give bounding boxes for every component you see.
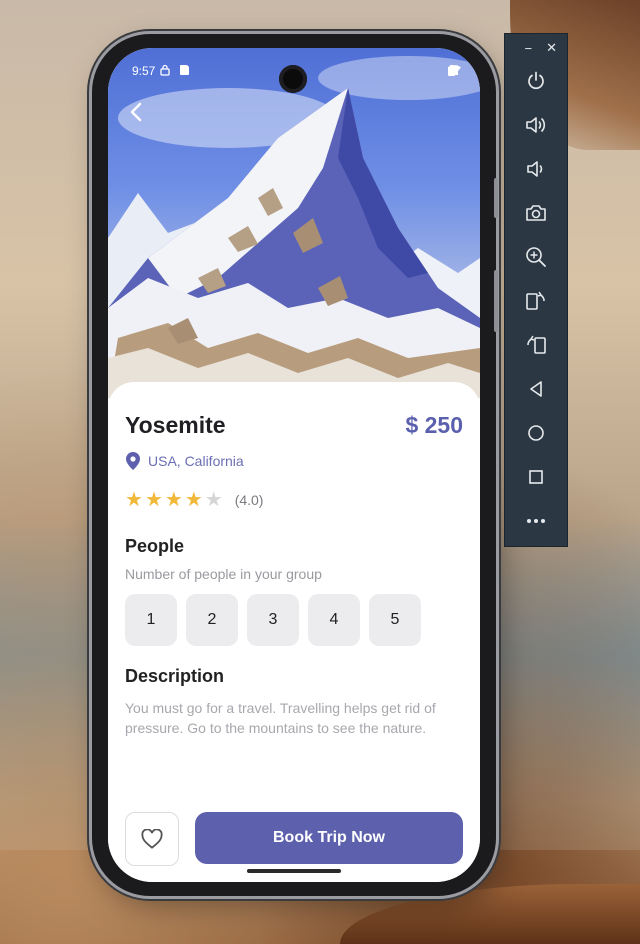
rating-stars: ★ ★ ★ ★ ★ (4.0)	[125, 490, 263, 510]
favorite-button[interactable]	[125, 812, 179, 866]
app-screen: 9:57 Yosemite $ 250 USA, California ★ ★ …	[108, 48, 480, 882]
book-trip-button[interactable]: Book Trip Now	[195, 812, 463, 864]
star-empty-icon: ★	[204, 489, 223, 511]
heart-icon	[141, 829, 163, 849]
location-label: USA, California	[148, 453, 244, 469]
nav-home-button[interactable]	[505, 418, 567, 448]
power-icon	[528, 71, 544, 90]
volume-side-button	[494, 270, 498, 332]
rotate-left-button[interactable]	[505, 330, 567, 360]
star-icon: ★	[125, 489, 143, 511]
star-icon: ★	[164, 489, 183, 511]
people-heading: People	[125, 536, 185, 556]
back-button[interactable]	[130, 102, 156, 128]
status-time: 9:57	[132, 64, 156, 78]
sd-card-icon	[180, 65, 189, 75]
overview-icon	[529, 470, 543, 484]
volume-up-icon	[526, 117, 546, 133]
more-icon	[527, 519, 545, 523]
home-icon	[528, 425, 544, 441]
volume-down-icon	[527, 161, 543, 177]
people-option-1[interactable]: 1	[125, 594, 177, 646]
close-button[interactable]: ✕	[546, 40, 557, 56]
minimize-button[interactable]: −	[525, 41, 533, 56]
people-option-3[interactable]: 3	[247, 594, 299, 646]
location-row: USA, California	[126, 452, 244, 470]
power-side-button	[494, 178, 498, 218]
home-indicator[interactable]	[247, 869, 341, 873]
volume-down-button[interactable]	[505, 154, 567, 184]
emulator-toolbar: − ✕	[504, 33, 568, 547]
nav-back-button[interactable]	[505, 374, 567, 404]
destination-title: Yosemite	[125, 412, 226, 438]
people-option-2[interactable]: 2	[186, 594, 238, 646]
camera-icon	[526, 205, 546, 221]
zoom-icon	[526, 247, 546, 267]
rotate-right-icon	[526, 291, 545, 310]
people-subtitle: Number of people in your group	[125, 566, 322, 582]
toolbar-window-controls: − ✕	[505, 34, 567, 62]
rotate-left-icon	[527, 335, 546, 354]
status-bar: 9:57	[108, 62, 480, 82]
back-icon	[530, 381, 542, 397]
star-icon: ★	[184, 489, 203, 511]
star-icon: ★	[144, 489, 163, 511]
people-option-4[interactable]: 4	[308, 594, 360, 646]
volume-up-button[interactable]	[505, 110, 567, 140]
location-pin-icon	[126, 452, 140, 470]
nav-overview-button[interactable]	[505, 462, 567, 492]
zoom-button[interactable]	[505, 242, 567, 272]
details-card: Yosemite $ 250 USA, California ★ ★ ★ ★ ★…	[108, 382, 480, 882]
screenshot-button[interactable]	[505, 198, 567, 228]
destination-price: $ 250	[405, 412, 463, 438]
rotate-right-button[interactable]	[505, 286, 567, 316]
power-button[interactable]	[505, 66, 567, 96]
description-text: You must go for a travel. Travelling hel…	[125, 700, 436, 736]
rating-score: (4.0)	[234, 492, 264, 508]
description-heading: Description	[125, 666, 225, 686]
chevron-left-icon	[130, 102, 142, 122]
more-button[interactable]	[505, 506, 567, 536]
people-option-5[interactable]: 5	[369, 594, 421, 646]
hero-image-mountain: 9:57	[108, 48, 480, 398]
people-selector: 1 2 3 4 5	[125, 594, 421, 646]
